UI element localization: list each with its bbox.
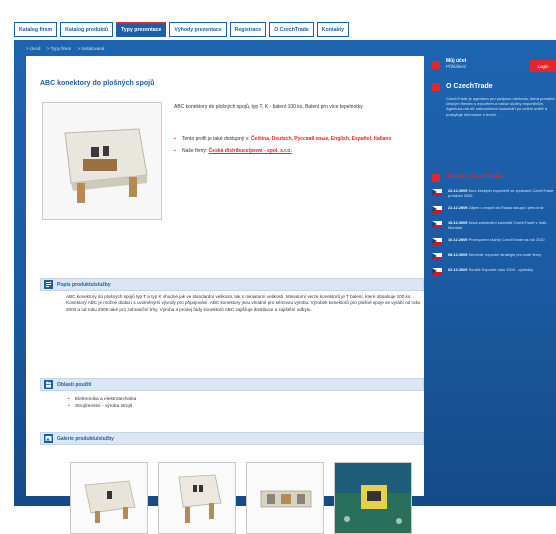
- czech-flag-icon: [432, 189, 442, 196]
- news-text: Soutěž Exportér roku 2009 - výsledky: [468, 267, 534, 272]
- list-item[interactable]: 10.12.2009 Proexportní služby CzechTrade…: [432, 237, 556, 245]
- breadcrumb-item[interactable]: > Typy firem: [47, 46, 72, 51]
- bullet-square-icon: [432, 83, 440, 91]
- news-date: 10.12.2009: [448, 237, 468, 242]
- czech-flag-icon: [432, 238, 442, 245]
- news-text: Zájem o export do Ruska stoupá i přes kr…: [468, 205, 544, 210]
- czech-flag-icon: [432, 253, 442, 260]
- list-item[interactable]: 22.12.2009 Kurz českých exportérů ve zpr…: [432, 188, 556, 198]
- section-header-description: Popis produktu/služby: [40, 278, 424, 291]
- list-item[interactable]: 21.12.2009 Zájem o export do Ruska stoup…: [432, 205, 556, 213]
- section-header-gallery: Galerie produktu/služby: [40, 432, 424, 445]
- language-label: Tento profil je také dostupný v:: [182, 136, 250, 142]
- page-background: > Úvod > Typy firem > Instalovaná ABC ko…: [14, 40, 556, 534]
- company-link[interactable]: Česká distribuce/pewe - spol. s.r.o.: [209, 148, 292, 154]
- web-info: Naše firmy: Česká distribuce/pewe - spol…: [174, 148, 404, 155]
- czech-flag-icon: [432, 268, 442, 275]
- product-intro: ABC konektory do plošných spojů, typ T, …: [174, 104, 364, 110]
- czech-flag-icon: [432, 221, 442, 228]
- account-box: Můj účet Přihlášení: [432, 58, 466, 70]
- gallery-thumbnails: [70, 462, 412, 534]
- about-text: CzechTrade je agentura pro podporu obcho…: [446, 96, 555, 117]
- gallery-thumbnail[interactable]: [158, 462, 236, 534]
- main-content: ABC konektory do plošných spojů ABC kone…: [26, 56, 424, 534]
- top-nav: Katalog firem Katalog produktů Typy prez…: [14, 22, 556, 39]
- list-item[interactable]: 02.12.2009 Soutěž Exportér roku 2009 - v…: [432, 267, 556, 275]
- document-icon: [44, 280, 53, 289]
- gallery-thumbnail[interactable]: [334, 462, 412, 534]
- breadcrumb-item[interactable]: > Úvod: [26, 46, 40, 51]
- news-header: Aktuality CzechTrade: [432, 174, 503, 182]
- list-item: Strojírenství - výroba strojů: [68, 403, 136, 410]
- list-item[interactable]: 15.12.2009 Nová zahraniční kancelář Czec…: [432, 220, 556, 230]
- section-title: Galerie produktu/služby: [57, 435, 114, 442]
- gallery-thumbnail[interactable]: [246, 462, 324, 534]
- news-date: 08.12.2009: [448, 252, 468, 257]
- tab-katalog-firem[interactable]: Katalog firem: [14, 22, 58, 37]
- section-header-uses: Oblasti použití: [40, 378, 424, 391]
- gallery-icon: [44, 434, 53, 443]
- uses-list: Elektronika a elektrotechnika Strojírens…: [68, 396, 136, 410]
- czech-flag-icon: [432, 206, 442, 213]
- news-text: Seminář: exportní strategie pro malé fir…: [468, 252, 542, 257]
- breadcrumb: > Úvod > Typy firem > Instalovaná: [26, 46, 109, 51]
- login-button[interactable]: Login: [530, 60, 556, 72]
- people-icon: [44, 380, 53, 389]
- news-date: 21.12.2009: [448, 205, 468, 210]
- bullet-square-icon: [432, 174, 440, 182]
- breadcrumb-item[interactable]: > Instalovaná: [77, 46, 104, 51]
- tab-kontakty[interactable]: Kontakty: [316, 22, 349, 37]
- section-title: Popis produktu/služby: [57, 281, 111, 288]
- account-subtitle[interactable]: Přihlášení: [446, 64, 466, 70]
- list-item: Elektronika a elektrotechnika: [68, 396, 136, 403]
- about-header: O CzechTrade: [432, 82, 493, 91]
- bullet-square-icon: [432, 61, 440, 69]
- language-info: Tento profil je také dostupný v: Čeština…: [174, 136, 404, 143]
- tab-typy-prezentace[interactable]: Typy prezentace: [116, 22, 167, 37]
- tab-registrace[interactable]: Registrace: [229, 22, 267, 37]
- tab-katalog-produktu[interactable]: Katalog produktů: [60, 22, 114, 37]
- product-title: ABC konektory do plošných spojů: [40, 80, 155, 87]
- web-label: Naše firmy:: [182, 148, 208, 154]
- news-list: 22.12.2009 Kurz českých exportérů ve zpr…: [432, 188, 556, 282]
- news-heading[interactable]: Aktuality CzechTrade: [446, 174, 503, 180]
- section-title: Oblasti použití: [57, 381, 92, 388]
- product-description: ABC konektory do plošných spojů typ T a …: [66, 294, 421, 312]
- product-info-list: Tento profil je také dostupný v: Čeština…: [174, 136, 404, 160]
- gallery-thumbnail[interactable]: [70, 462, 148, 534]
- product-image[interactable]: [42, 102, 162, 220]
- language-links[interactable]: Čeština, Deutsch, Pусский язык, English,…: [251, 136, 391, 142]
- sidebar: Můj účet Přihlášení Login O CzechTrade C…: [432, 56, 556, 496]
- tab-o-czechtrade[interactable]: O CzechTrade: [269, 22, 314, 37]
- news-date: 02.12.2009: [448, 267, 468, 272]
- tab-vyhody-prezentace[interactable]: Výhody prezentace: [169, 22, 227, 37]
- news-text: Proexportní služby CzechTrade na rok 201…: [468, 237, 545, 242]
- about-heading[interactable]: O CzechTrade: [446, 82, 493, 91]
- list-item[interactable]: 08.12.2009 Seminář: exportní strategie p…: [432, 252, 556, 260]
